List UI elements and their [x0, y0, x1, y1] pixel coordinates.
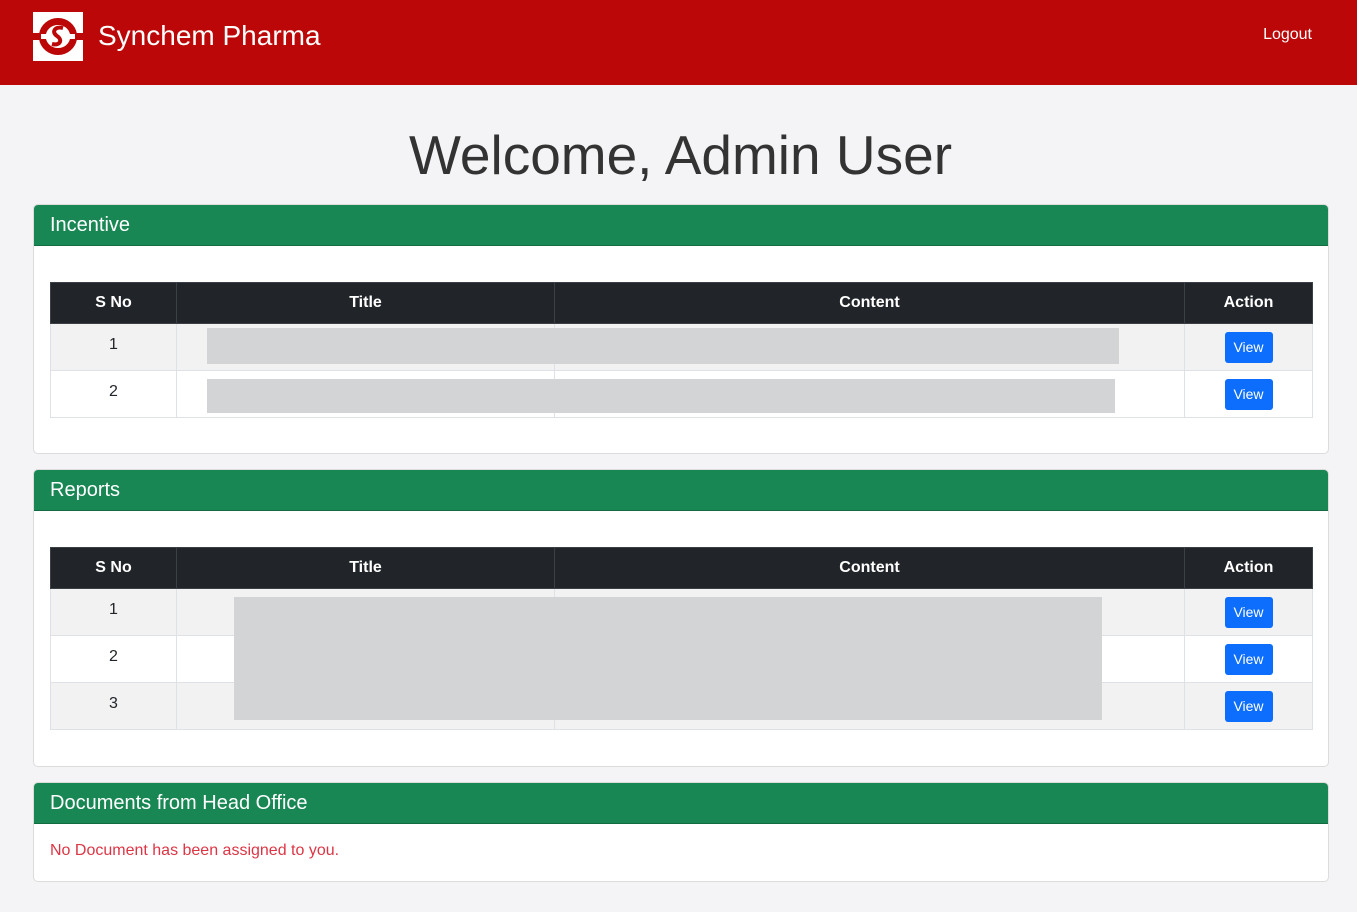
view-button[interactable]: View: [1224, 379, 1273, 410]
reports-card: Reports S No Title Content Action 1 View…: [33, 469, 1329, 767]
logout-link[interactable]: Logout: [1263, 25, 1312, 45]
table-header-row: S No Title Content Action: [50, 282, 1313, 324]
row-sno: 1: [50, 323, 177, 371]
column-header-action: Action: [1184, 282, 1313, 324]
row-action: View: [1184, 588, 1313, 636]
column-header-content: Content: [554, 282, 1185, 324]
redacted-content: [234, 597, 1102, 720]
redacted-content: [207, 379, 1115, 413]
table-header-row: S No Title Content Action: [50, 547, 1313, 589]
reports-card-header: Reports: [34, 470, 1328, 511]
documents-card: Documents from Head Office No Document h…: [33, 782, 1329, 882]
row-sno: 1: [50, 588, 177, 636]
brand-name[interactable]: Synchem Pharma: [98, 19, 321, 53]
incentive-card: Incentive S No Title Content Action 1 Vi…: [33, 204, 1329, 454]
row-action: View: [1184, 323, 1313, 371]
row-sno: 3: [50, 682, 177, 730]
top-navbar: Synchem Pharma Logout: [0, 0, 1357, 85]
row-action: View: [1184, 682, 1313, 730]
row-sno: 2: [50, 370, 177, 418]
column-header-sno: S No: [50, 282, 177, 324]
empty-documents-message: No Document has been assigned to you.: [50, 842, 340, 859]
row-action: View: [1184, 635, 1313, 683]
column-header-action: Action: [1184, 547, 1313, 589]
view-button[interactable]: View: [1224, 644, 1273, 675]
page-title: Welcome, Admin User: [408, 124, 953, 186]
view-button[interactable]: View: [1224, 332, 1273, 363]
incentive-card-header: Incentive: [34, 205, 1328, 246]
synchem-logo-icon[interactable]: [33, 12, 83, 61]
column-header-content: Content: [554, 547, 1185, 589]
view-button[interactable]: View: [1224, 691, 1273, 722]
view-button[interactable]: View: [1224, 597, 1273, 628]
redacted-content: [207, 328, 1119, 364]
documents-card-header: Documents from Head Office: [34, 783, 1328, 824]
row-sno: 2: [50, 635, 177, 683]
column-header-sno: S No: [50, 547, 177, 589]
column-header-title: Title: [176, 547, 555, 589]
row-action: View: [1184, 370, 1313, 418]
column-header-title: Title: [176, 282, 555, 324]
